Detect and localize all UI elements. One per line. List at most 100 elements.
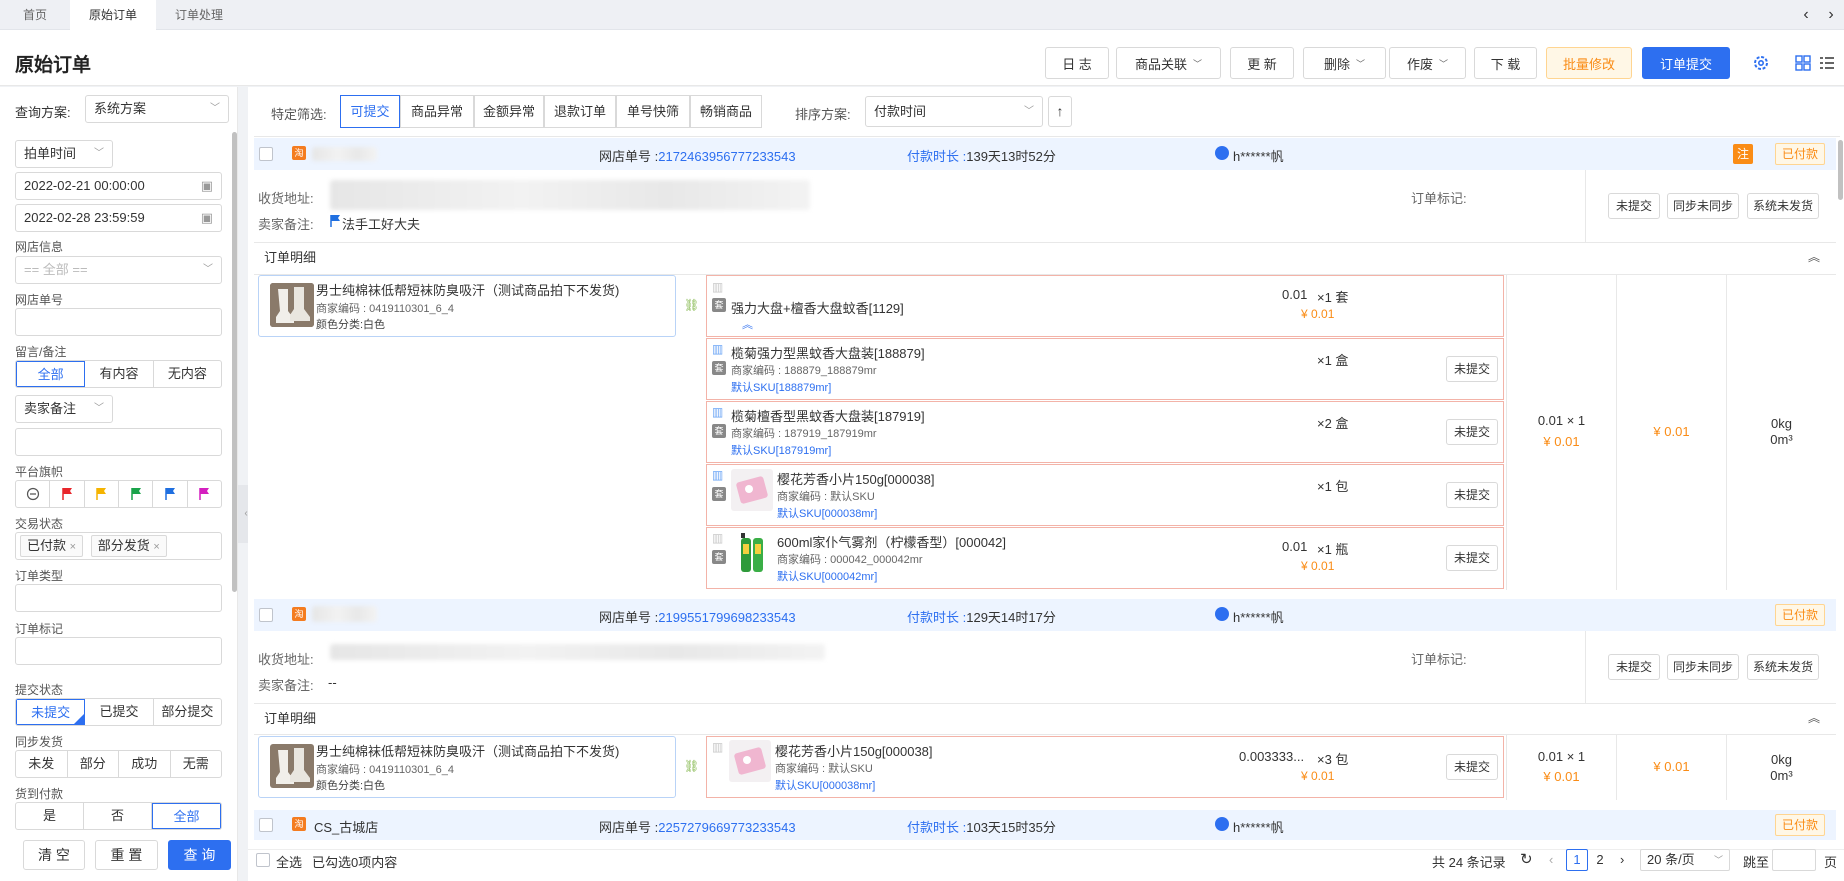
sub-item-sku[interactable]: 默认SKU[188879mr] <box>731 379 831 395</box>
yellow-flag-icon[interactable] <box>85 481 119 507</box>
prev-page-icon[interactable]: ‹ <box>1549 852 1553 867</box>
order-checkbox[interactable] <box>259 147 273 161</box>
close-icon[interactable]: × <box>70 541 76 553</box>
tab-order-processing[interactable]: 订单处理 <box>156 0 242 30</box>
order-mark-input[interactable] <box>15 637 222 665</box>
refresh-icon[interactable]: ↻ <box>1520 850 1533 868</box>
collapse-up-icon[interactable]: ︽ <box>1808 248 1820 265</box>
submit-opt-partial[interactable]: 部分提交 <box>154 699 221 725</box>
purple-flag-icon[interactable] <box>188 481 221 507</box>
filter-bestseller[interactable]: 畅销商品 <box>690 95 762 128</box>
submit-opt-submitted[interactable]: 已提交 <box>85 699 154 725</box>
order-type-input[interactable] <box>15 584 222 612</box>
submit-opt-unsubmitted[interactable]: 未提交 <box>16 699 86 725</box>
red-flag-icon[interactable] <box>50 481 85 507</box>
void-button[interactable]: 作废 ﹀ <box>1389 47 1466 79</box>
next-page-icon[interactable]: › <box>1620 852 1624 867</box>
link-icon[interactable]: ⛓ <box>684 759 699 773</box>
blue-flag-icon[interactable] <box>153 481 188 507</box>
sync-opt-noneed[interactable]: 无需 <box>171 751 222 777</box>
order-checkbox[interactable] <box>259 818 273 832</box>
sync-status-button[interactable]: 同步未同步 <box>1667 193 1739 219</box>
filter-quick-no[interactable]: 单号快筛 <box>616 95 690 128</box>
product-link-button[interactable]: 商品关联 ﹀ <box>1116 47 1221 79</box>
close-icon[interactable]: × <box>153 541 159 553</box>
sync-opt-none[interactable]: 未发 <box>16 751 68 777</box>
sort-select[interactable]: 付款时间 ﹀ <box>865 96 1043 127</box>
update-button[interactable]: 更 新 <box>1230 47 1294 79</box>
delete-button[interactable]: 删除 ﹀ <box>1303 47 1386 79</box>
sort-direction-icon[interactable]: ↑ <box>1048 96 1072 127</box>
submit-status-segment: 未提交 已提交 部分提交 <box>15 698 222 726</box>
reset-button[interactable]: 重 置 <box>95 840 158 870</box>
tab-raw-orders[interactable]: 原始订单 <box>70 0 156 30</box>
message-opt-none[interactable]: 无内容 <box>154 361 221 387</box>
tab-home[interactable]: 首页 <box>0 0 70 30</box>
batch-modify-button[interactable]: 批量修改 <box>1546 47 1632 79</box>
date-to-input[interactable]: 2022-02-28 23:59:59 ▣ <box>15 204 222 232</box>
log-button[interactable]: 日 志 <box>1045 47 1109 79</box>
sub-item-sku[interactable]: 默认SKU[000042mr] <box>777 568 877 584</box>
select-all-checkbox[interactable] <box>256 853 270 867</box>
shop-select[interactable]: == 全部 == ﹀ <box>15 256 222 284</box>
order-submit-button[interactable]: 订单提交 <box>1642 47 1730 79</box>
filter-amount-error[interactable]: 金额异常 <box>474 95 544 128</box>
grid-view-icon[interactable] <box>1795 55 1811 71</box>
scheme-select[interactable]: 系统方案 ﹀ <box>85 95 229 123</box>
sidebar-scrollbar[interactable] <box>232 132 237 592</box>
seller-note-input[interactable] <box>15 428 222 456</box>
unsubmitted-button[interactable]: 未提交 <box>1608 654 1660 680</box>
expand-up-icon[interactable]: ︽ <box>742 316 753 332</box>
download-button[interactable]: 下 载 <box>1474 47 1537 79</box>
time-type-select[interactable]: 拍单时间 ﹀ <box>15 140 113 168</box>
unsubmitted-button[interactable]: 未提交 <box>1446 482 1498 508</box>
unsubmitted-button[interactable]: 未提交 <box>1446 356 1498 382</box>
trade-status-input[interactable]: 已付款 × 部分发货 × <box>15 532 222 560</box>
sub-item-sku[interactable]: 默认SKU[000038mr] <box>775 777 875 793</box>
gear-icon[interactable] <box>1752 54 1770 72</box>
filter-refund[interactable]: 退款订单 <box>544 95 616 128</box>
green-flag-icon[interactable] <box>119 481 154 507</box>
unsubmitted-button[interactable]: 未提交 <box>1608 193 1660 219</box>
collapse-up-icon[interactable]: ︽ <box>1808 709 1820 726</box>
tab-next-icon[interactable]: › <box>1822 6 1840 24</box>
shop-order-no-link[interactable]: 2199551799698233543 <box>658 610 795 625</box>
sub-item-sku[interactable]: 默认SKU[187919mr] <box>731 442 831 458</box>
shop-order-no-link[interactable]: 2257279669773233543 <box>658 820 795 835</box>
cod-opt-yes[interactable]: 是 <box>16 803 84 829</box>
link-icon[interactable]: ⛓ <box>684 298 699 312</box>
shop-order-no-link[interactable]: 2172463956777233543 <box>658 149 795 164</box>
note-badge: 注 <box>1733 144 1753 164</box>
date-from-input[interactable]: 2022-02-21 00:00:00 ▣ <box>15 172 222 200</box>
filter-product-error[interactable]: 商品异常 <box>400 95 474 128</box>
page-1[interactable]: 1 <box>1566 849 1588 871</box>
order-checkbox[interactable] <box>259 608 273 622</box>
no-flag-icon[interactable] <box>16 481 51 507</box>
system-ship-button[interactable]: 系统未发货 <box>1747 654 1819 680</box>
page-2[interactable]: 2 <box>1593 852 1607 867</box>
seller-note-select[interactable]: 卖家备注 ﹀ <box>15 395 113 423</box>
unsubmitted-button[interactable]: 未提交 <box>1446 754 1498 780</box>
cod-opt-all[interactable]: 全部 <box>152 803 221 829</box>
tab-prev-icon[interactable]: ‹ <box>1797 6 1815 24</box>
clear-button[interactable]: 清 空 <box>23 840 85 870</box>
message-opt-all[interactable]: 全部 <box>16 361 86 387</box>
shop-no-input[interactable] <box>15 308 222 336</box>
sync-status-button[interactable]: 同步未同步 <box>1667 654 1739 680</box>
unsubmitted-button[interactable]: 未提交 <box>1446 419 1498 445</box>
list-view-icon[interactable] <box>1819 55 1835 71</box>
sync-opt-success[interactable]: 成功 <box>119 751 171 777</box>
unsubmitted-button[interactable]: 未提交 <box>1446 545 1498 571</box>
unit-amount: ¥ 0.01 <box>1543 769 1580 784</box>
cod-opt-no[interactable]: 否 <box>84 803 152 829</box>
message-opt-has[interactable]: 有内容 <box>85 361 154 387</box>
main-scrollbar[interactable] <box>1838 140 1843 200</box>
gift-icon: ▥ <box>712 531 724 545</box>
filter-submittable[interactable]: 可提交 <box>340 95 400 128</box>
sync-opt-partial[interactable]: 部分 <box>68 751 119 777</box>
sub-item-sku[interactable]: 默认SKU[000038mr] <box>777 505 877 521</box>
page-size-select[interactable]: 20 条/页 ﹀ <box>1640 849 1730 871</box>
goto-page-input[interactable] <box>1772 849 1816 871</box>
system-ship-button[interactable]: 系统未发货 <box>1747 193 1819 219</box>
query-button[interactable]: 查 询 <box>168 840 231 870</box>
